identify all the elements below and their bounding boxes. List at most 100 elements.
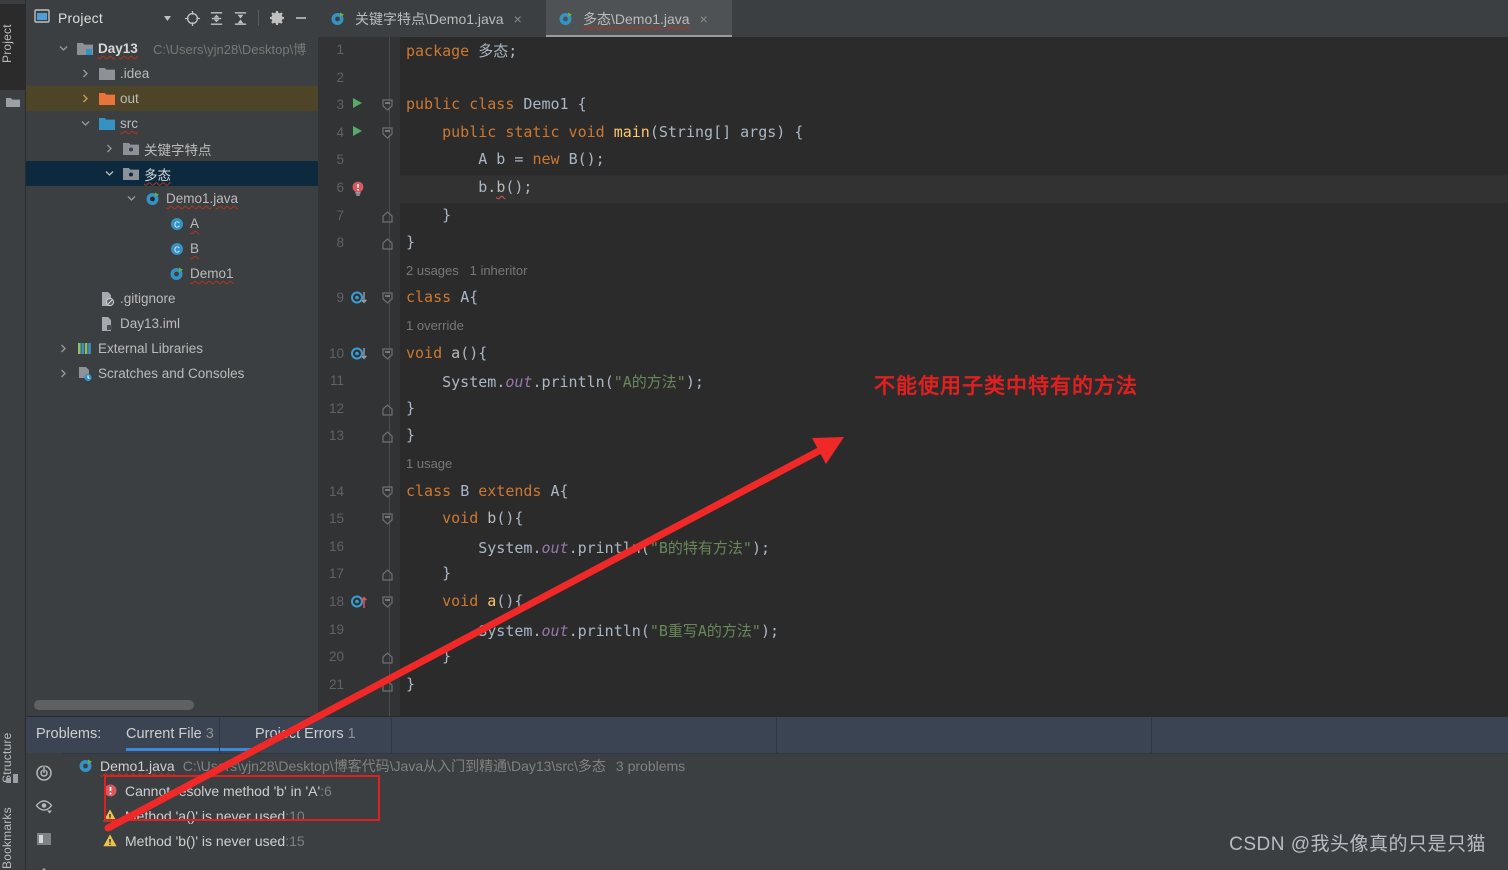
project-tool-window: Project Day13 C:\Users\yjn28\Desktop\博 .… (26, 0, 318, 716)
code-line-15[interactable]: 15 void b(){ (318, 506, 1508, 534)
code-line-7[interactable]: 7 } (318, 203, 1508, 231)
orange-folder-icon (98, 91, 116, 107)
fold-close-icon[interactable] (381, 236, 397, 252)
code-line-5[interactable]: 5 A b = new B(); (318, 147, 1508, 175)
tree-row-day13[interactable]: Day13 C:\Users\yjn28\Desktop\博 (26, 36, 318, 61)
expand-all-icon[interactable] (205, 7, 227, 29)
tab-project-errors[interactable]: Project Errors 1 (255, 726, 356, 742)
code-line-3[interactable]: 3 public class Demo1 { (318, 92, 1508, 120)
inlay-hint-usages-a[interactable]: 2 usages 1 inheritor (318, 258, 1508, 286)
code-line-20[interactable]: 20 } (318, 644, 1508, 672)
overridden-icon[interactable] (351, 347, 371, 367)
fold-close-icon[interactable] (381, 429, 397, 445)
inlay-hint-usage-b[interactable]: 1 usage (318, 451, 1508, 479)
error-bulb-icon[interactable] (348, 179, 368, 199)
tab-current-file[interactable]: Current File 3 (126, 726, 254, 751)
tree-row-external-libraries[interactable]: External Libraries (26, 336, 318, 361)
code-line-4[interactable]: 4 public static void main(String[] args)… (318, 120, 1508, 148)
chevron-right-icon[interactable] (102, 141, 117, 157)
chevron-right-icon[interactable] (78, 66, 93, 82)
chevron-right-icon[interactable] (78, 91, 93, 107)
tree-row-package-keywords[interactable]: 关键字特点 (26, 136, 318, 161)
fold-close-icon[interactable] (381, 402, 397, 418)
tree-label: .idea (120, 66, 150, 81)
collapse-icon[interactable] (35, 863, 53, 870)
code-line-19[interactable]: 19 System.out.println("B重写A的方法"); (318, 617, 1508, 645)
code-line-10[interactable]: 10 void a(){ (318, 341, 1508, 369)
tool-tab-bookmarks[interactable]: Bookmarks (0, 806, 26, 870)
tree-row-class-b[interactable]: C B (26, 236, 318, 261)
chevron-right-icon[interactable] (56, 366, 71, 382)
code-line-17[interactable]: 17 } (318, 561, 1508, 589)
tree-row-idea[interactable]: .idea (26, 61, 318, 86)
chevron-down-icon[interactable] (56, 41, 71, 57)
tool-tab-structure[interactable]: Structure (0, 716, 26, 800)
fold-close-icon[interactable] (381, 678, 397, 694)
code-line-13[interactable]: 13 } (318, 423, 1508, 451)
project-tree[interactable]: Day13 C:\Users\yjn28\Desktop\博 .idea out (26, 36, 318, 694)
tree-row-package-duotai[interactable]: 多态 (26, 161, 318, 186)
editor-tab-duotai[interactable]: 多态\Demo1.java × (546, 0, 732, 37)
code-text: System.out.println("B的特有方法"); (478, 538, 770, 557)
line-number: 19 (328, 621, 344, 637)
editor-tab-keywords[interactable]: 关键字特点\Demo1.java × (318, 0, 538, 37)
chevron-right-icon[interactable] (56, 341, 71, 357)
code-text: A b = new B(); (478, 150, 605, 169)
tree-row-iml[interactable]: Day13.iml (26, 311, 318, 336)
tree-row-demo1-java[interactable]: Demo1.java (26, 186, 318, 211)
run-icon[interactable] (350, 124, 370, 144)
code-line-6[interactable]: 6 b.b(); (318, 175, 1508, 203)
fold-open-icon[interactable] (381, 291, 397, 307)
inlay-hint-override[interactable]: 1 override (318, 313, 1508, 341)
fold-open-icon[interactable] (381, 485, 397, 501)
code-text: package 多态; (406, 42, 518, 60)
collapse-all-icon[interactable] (229, 7, 251, 29)
overrides-icon[interactable] (351, 595, 371, 615)
fold-open-icon[interactable] (381, 595, 397, 611)
tree-row-src[interactable]: src (26, 111, 318, 136)
fold-close-icon[interactable] (381, 209, 397, 225)
close-icon[interactable]: × (514, 11, 522, 27)
code-line-2[interactable]: 2 (318, 65, 1508, 93)
tree-row-class-demo1[interactable]: Demo1 (26, 261, 318, 286)
fold-close-icon[interactable] (381, 650, 397, 666)
eye-filter-icon[interactable] (35, 797, 53, 815)
run-icon[interactable] (350, 96, 370, 116)
code-line-9[interactable]: 9 class A{ (318, 285, 1508, 313)
close-icon[interactable]: × (700, 11, 708, 27)
preview-panel-icon[interactable] (35, 830, 53, 848)
tree-row-scratches[interactable]: Scratches and Consoles (26, 361, 318, 386)
code-line-1[interactable]: 1 package 多态; (318, 37, 1508, 65)
settings-gear-icon[interactable] (266, 7, 288, 29)
fold-open-icon[interactable] (381, 126, 397, 142)
fold-open-icon[interactable] (381, 512, 397, 528)
code-line-16[interactable]: 16 System.out.println("B的特有方法"); (318, 534, 1508, 562)
line-number: 20 (328, 649, 344, 665)
chevron-down-icon[interactable] (157, 7, 179, 29)
hide-icon[interactable] (290, 7, 312, 29)
fold-close-icon[interactable] (381, 567, 397, 583)
svg-text:C: C (174, 245, 180, 254)
tree-row-out[interactable]: out (26, 86, 318, 111)
fold-open-icon[interactable] (381, 98, 397, 114)
fold-open-icon[interactable] (381, 347, 397, 363)
line-number: 12 (328, 400, 344, 416)
problems-title: Problems: (36, 726, 102, 742)
project-horizontal-scrollbar[interactable] (34, 700, 309, 710)
locate-icon[interactable] (181, 7, 203, 29)
code-line-8[interactable]: 8 } (318, 230, 1508, 258)
chevron-down-icon[interactable] (124, 191, 139, 207)
chevron-down-icon[interactable] (78, 116, 93, 132)
rerun-icon[interactable] (35, 764, 53, 782)
code-line-14[interactable]: 14 class B extends A{ (318, 479, 1508, 507)
code-text: } (406, 426, 416, 445)
line-number: 14 (328, 483, 344, 499)
tree-row-class-a[interactable]: C A (26, 211, 318, 236)
code-line-21[interactable]: 21 } (318, 672, 1508, 700)
tool-tab-project[interactable]: Project (0, 4, 26, 90)
active-problems-tab-underline (126, 748, 254, 751)
tree-row-gitignore[interactable]: .gitignore (26, 286, 318, 311)
chevron-down-icon[interactable] (102, 166, 117, 182)
code-line-18[interactable]: 18 void a(){ (318, 589, 1508, 617)
overridden-icon[interactable] (351, 291, 371, 311)
